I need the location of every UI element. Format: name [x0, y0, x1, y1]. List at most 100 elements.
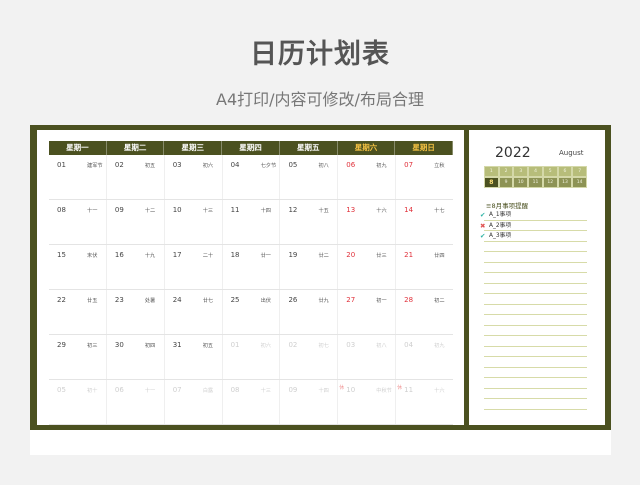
lunar-label: 初八	[318, 163, 329, 169]
lunar-label: 十三	[202, 208, 214, 214]
calendar-day-cell[interactable]: 16 十九	[107, 245, 165, 289]
mini-day[interactable]: 6	[557, 166, 573, 177]
day-number: 21	[404, 251, 414, 259]
reminder-line[interactable]	[484, 336, 587, 347]
reminder-line[interactable]	[484, 315, 587, 326]
calendar-day-cell[interactable]: 01 建军节	[49, 155, 107, 199]
calendar-day-cell[interactable]: 12 十五	[280, 200, 339, 244]
calendar-day-cell[interactable]: 22 廿五	[49, 290, 107, 334]
calendar-day-cell[interactable]: 03 初六	[165, 155, 223, 199]
lunar-label: 十四	[318, 388, 329, 394]
calendar-day-cell[interactable]: 02 初七	[280, 335, 339, 379]
reminder-line[interactable]	[484, 347, 587, 357]
calendar-day-cell[interactable]: 13 十六	[338, 200, 397, 244]
calendar-day-cell[interactable]: 11 十四	[223, 200, 281, 244]
reminder-line[interactable]: ✔ A_3事项	[480, 231, 587, 242]
calendar-day-cell[interactable]: 21 廿四	[396, 245, 453, 289]
reminder-line[interactable]	[484, 273, 587, 284]
reminder-line[interactable]	[484, 399, 587, 410]
lunar-label: 廿七	[202, 298, 214, 304]
calendar-day-cell[interactable]: 05 初八	[280, 155, 339, 199]
reminder-line[interactable]	[484, 378, 587, 389]
reminder-line[interactable]: ✖ A_2事项	[480, 221, 587, 231]
day-number: 31	[172, 341, 182, 349]
day-number: 02	[288, 341, 298, 349]
calendar-day-cell[interactable]: 20 廿三	[338, 245, 397, 289]
calendar-day-cell[interactable]: 08 十一	[49, 200, 107, 244]
day-number: 22	[57, 296, 66, 304]
mini-day-selected[interactable]: 8	[484, 177, 499, 188]
reminder-line[interactable]	[484, 368, 587, 378]
calendar-day-cell[interactable]: 04 初九	[396, 335, 453, 379]
calendar-day-cell[interactable]: 27 初一	[338, 290, 397, 334]
calendar-day-cell[interactable]: 02 初五	[107, 155, 165, 199]
lunar-label: 初七	[318, 343, 329, 349]
mini-day[interactable]: 5	[542, 166, 558, 177]
calendar-day-cell[interactable]: 06 十一	[107, 380, 165, 424]
calendar-day-cell[interactable]: 28 初二	[396, 290, 453, 334]
day-number: 06	[114, 386, 124, 394]
calendar-day-cell[interactable]: 31 初五	[165, 335, 223, 379]
mini-day[interactable]: 9	[498, 177, 514, 188]
calendar-day-cell[interactable]: 25 出伏	[223, 290, 281, 334]
reminder-line[interactable]: ✔ A_1事项	[480, 210, 587, 221]
calendar-day-cell[interactable]: 23 处暑	[107, 290, 165, 334]
reminder-line[interactable]	[484, 284, 587, 294]
calendar-day-cell[interactable]: 06 初九	[338, 155, 397, 199]
calendar-day-cell[interactable]: 07 立秋	[396, 155, 453, 199]
mini-day[interactable]: 12	[542, 177, 558, 188]
reminder-line[interactable]	[484, 357, 587, 368]
calendar-day-cell[interactable]: 04 七夕节	[223, 155, 281, 199]
lunar-label: 出伏	[260, 298, 271, 304]
reminder-line[interactable]	[484, 242, 587, 252]
lunar-label: 初五	[202, 343, 214, 349]
calendar-day-cell[interactable]: 休 11 十六	[396, 380, 453, 424]
calendar-day-cell[interactable]: 24 廿七	[165, 290, 223, 334]
mini-day[interactable]: 14	[572, 177, 588, 188]
calendar-day-cell[interactable]: 09 十二	[107, 200, 165, 244]
calendar-day-cell[interactable]: 29 初三	[49, 335, 107, 379]
weekday-header-cell: 星期二	[106, 141, 165, 155]
reminder-line[interactable]	[484, 294, 587, 305]
calendar-day-cell[interactable]: 10 十三	[165, 200, 223, 244]
day-number: 30	[114, 341, 124, 349]
lunar-label: 初八	[376, 343, 387, 349]
lunar-label: 二十	[202, 253, 214, 259]
calendar-day-cell[interactable]: 19 廿二	[280, 245, 339, 289]
mini-day[interactable]: 2	[498, 166, 514, 177]
calendar-day-cell[interactable]: 08 十三	[223, 380, 281, 424]
day-number: 07	[404, 161, 414, 169]
reminder-line[interactable]	[484, 263, 587, 273]
mini-day[interactable]: 1	[484, 166, 499, 177]
mini-day[interactable]: 13	[557, 177, 573, 188]
mini-day[interactable]: 7	[572, 166, 588, 177]
calendar-day-cell[interactable]: 01 初六	[223, 335, 281, 379]
calendar-day-cell[interactable]: 03 初八	[338, 335, 397, 379]
calendar-day-cell[interactable]: 18 廿一	[223, 245, 281, 289]
lunar-label: 初二	[434, 298, 445, 304]
calendar-day-cell[interactable]: 05 初十	[49, 380, 107, 424]
calendar-day-cell[interactable]: 17 二十	[165, 245, 223, 289]
mini-day[interactable]: 11	[528, 177, 543, 188]
holiday-tag: 休	[397, 385, 403, 391]
reminder-line[interactable]	[484, 305, 587, 315]
day-number: 29	[57, 341, 66, 349]
lunar-label: 初四	[144, 343, 156, 349]
calendar-day-cell[interactable]: 30 初四	[107, 335, 165, 379]
lunar-label: 廿五	[87, 298, 98, 304]
calendar-day-cell[interactable]: 休 10 中秋节	[338, 380, 397, 424]
calendar-day-cell[interactable]: 09 十四	[280, 380, 339, 424]
reminder-line[interactable]	[484, 326, 587, 336]
day-number: 24	[172, 296, 182, 304]
day-number: 16	[114, 251, 124, 259]
calendar-day-cell[interactable]: 15 末伏	[49, 245, 107, 289]
reminder-line[interactable]	[484, 252, 587, 263]
mini-day[interactable]: 10	[513, 177, 529, 188]
calendar-day-cell[interactable]: 26 廿九	[280, 290, 339, 334]
calendar-day-cell[interactable]: 07 白露	[165, 380, 223, 424]
mini-day[interactable]: 4	[528, 166, 543, 177]
reminder-line[interactable]	[484, 389, 587, 399]
cross-icon: ✖	[480, 221, 486, 230]
mini-day[interactable]: 3	[513, 166, 529, 177]
calendar-day-cell[interactable]: 14 十七	[396, 200, 453, 244]
